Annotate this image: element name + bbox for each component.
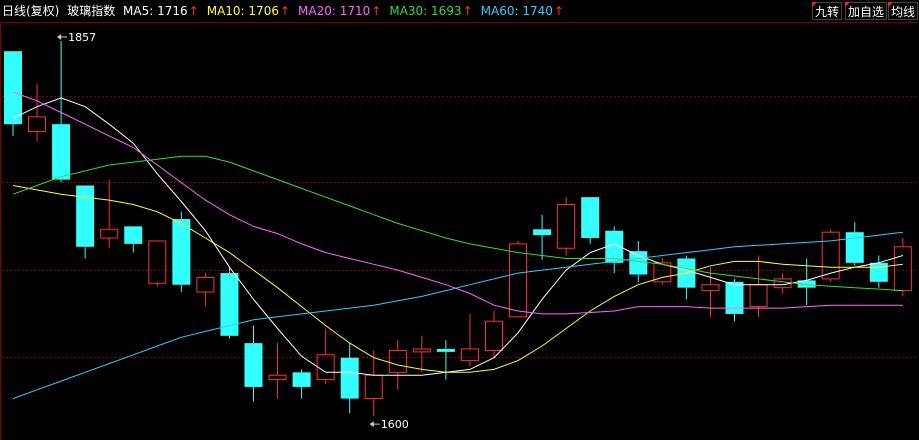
- candle-body: [509, 243, 528, 318]
- candle-body: [364, 374, 383, 400]
- candle-body: [581, 197, 600, 239]
- candles: [4, 40, 912, 417]
- candle-body: [388, 349, 407, 373]
- candle-body: [316, 354, 335, 381]
- candle-body: [557, 203, 576, 249]
- candle-body: [533, 229, 552, 236]
- ma-line-ma5: [12, 97, 904, 376]
- candle-body: [28, 116, 47, 132]
- candle-body: [869, 262, 888, 282]
- candle-body: [412, 348, 431, 353]
- candle-body: [749, 284, 768, 308]
- candlestick-chart[interactable]: 1857 1600: [0, 0, 919, 440]
- annotation-arrow-icon: [57, 33, 62, 40]
- annotation-arrow-icon: [369, 421, 374, 428]
- candle-body: [340, 357, 359, 399]
- ma-line-ma60: [12, 231, 903, 400]
- candle-body: [629, 251, 648, 275]
- candle-body: [893, 246, 912, 292]
- low-price-label: 1600: [381, 418, 409, 431]
- candle-body: [148, 240, 167, 284]
- candle-body: [196, 276, 215, 293]
- ma-line-ma10: [12, 185, 903, 373]
- candle-body: [4, 51, 22, 125]
- candle-body: [244, 343, 263, 387]
- candle-body: [436, 348, 455, 352]
- moving-average-lines: [12, 91, 904, 400]
- candle-body: [268, 374, 287, 381]
- candle-body: [485, 320, 503, 351]
- candle-body: [725, 281, 744, 314]
- candle-body: [172, 219, 191, 285]
- candle-body: [100, 228, 119, 239]
- candle-body: [701, 284, 720, 292]
- candle-body: [52, 124, 71, 180]
- candle-body: [220, 273, 239, 336]
- high-price-label: 1857: [68, 31, 96, 44]
- candle-body: [292, 372, 311, 387]
- candle-body: [460, 348, 479, 362]
- candle-body: [124, 226, 143, 244]
- candle-body: [76, 185, 95, 247]
